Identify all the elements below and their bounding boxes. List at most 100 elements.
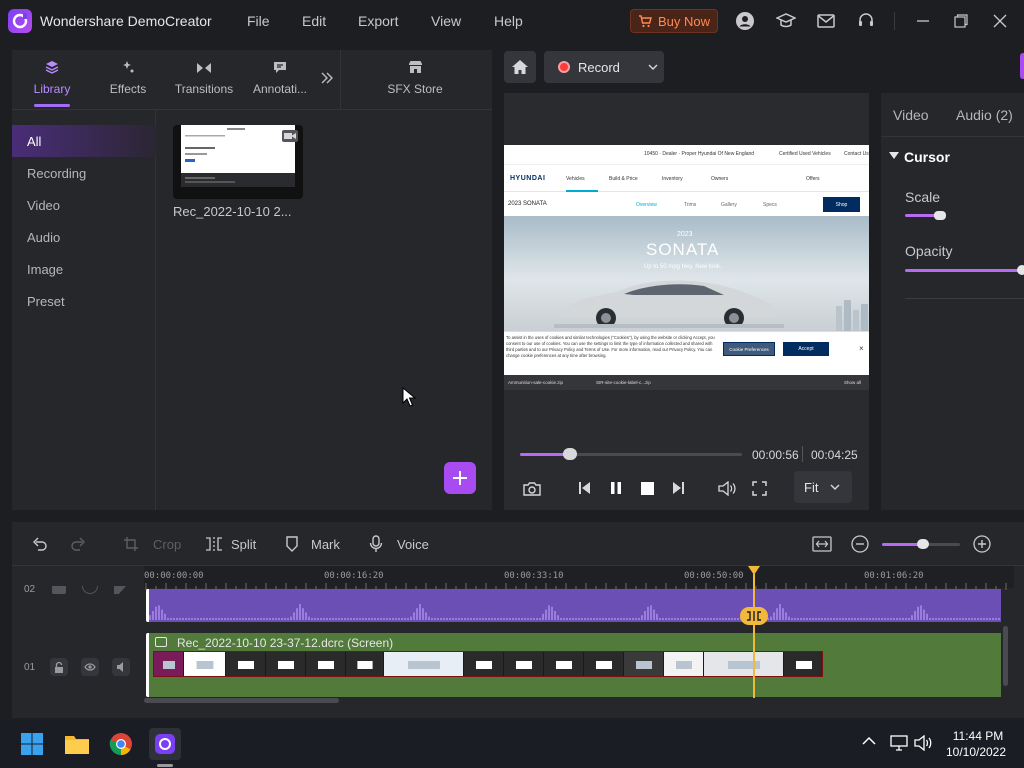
tab-annotation[interactable]: Annotati... [248,50,312,108]
waveform-bar [227,618,229,620]
opacity-label: Opacity [905,243,953,259]
fit-select[interactable]: Fit [794,471,852,503]
redo-button[interactable] [70,534,86,554]
restore-icon[interactable] [951,11,971,31]
audio-track-clip[interactable] [149,589,1001,622]
cursor-section-heading[interactable]: Cursor [904,149,950,165]
waveform-bar [821,618,823,620]
close-icon[interactable] [990,11,1010,31]
split-button[interactable]: Split [205,534,256,554]
waveform-bar [899,618,901,620]
waveform-bar [782,608,784,620]
chrome-icon[interactable] [105,728,137,760]
preview-video-frame[interactable]: 10450 · Dealer · Proper Hyundai Of New E… [504,145,869,390]
buy-now-button[interactable]: Buy Now [630,9,718,33]
fit-timeline-button[interactable] [812,534,832,554]
more-tabs-icon[interactable] [320,72,334,84]
minimize-icon[interactable] [913,11,933,31]
mark-button[interactable]: Mark [285,534,340,554]
web-nav-build: Build & Price [609,176,638,182]
tab-library[interactable]: Library [22,50,82,108]
lock-track-button[interactable] [50,658,68,676]
support-icon[interactable] [856,11,876,31]
tab-transitions[interactable]: Transitions [170,50,238,108]
start-icon[interactable] [16,728,48,760]
timeline-vertical-scrollbar[interactable] [1003,626,1008,686]
waveform-bar [356,618,358,620]
opacity-slider-handle[interactable] [1017,265,1024,275]
undo-button[interactable] [32,534,48,554]
tab-audio-properties[interactable]: Audio (2) [956,107,1013,123]
menu-export[interactable]: Export [358,13,398,29]
tab-sfx-store[interactable]: SFX Store [380,50,450,108]
playback-progress-handle[interactable] [563,448,577,460]
menu-view[interactable]: View [431,13,461,29]
menu-file[interactable]: File [247,13,270,29]
waveform-bar [983,618,985,620]
waveform-bar [878,618,880,620]
sidebar-item-all[interactable]: All [12,125,156,157]
zoom-slider-handle[interactable] [917,539,929,549]
record-button[interactable]: Record [544,51,664,83]
split-marker-icon[interactable] [740,607,768,625]
opacity-slider-fill[interactable] [905,269,1024,272]
waveform-bar [629,618,631,620]
volume-tray-icon[interactable] [914,735,932,751]
next-frame-icon[interactable] [668,478,688,498]
waveform-bar [551,606,553,620]
democreator-icon[interactable] [149,728,181,760]
waveform-bar [536,618,538,620]
sidebar-item-image[interactable]: Image [12,253,156,285]
sidebar-item-audio[interactable]: Audio [12,221,156,253]
fullscreen-icon[interactable] [749,478,769,498]
zoom-out-button[interactable] [851,534,869,554]
pause-icon[interactable] [606,478,626,498]
waveform-bar [410,616,412,620]
sidebar-item-video[interactable]: Video [12,189,156,221]
waveform-bar [971,618,973,620]
waveform-bar [260,618,262,620]
menu-edit[interactable]: Edit [302,13,326,29]
voice-button[interactable]: Voice [369,534,429,554]
tab-effects[interactable]: Effects [98,50,158,108]
add-media-button[interactable] [444,462,476,494]
waveform-bar [809,618,811,620]
lock-icon[interactable] [52,586,66,594]
tutorial-icon[interactable] [776,11,796,31]
waveform-bar [596,618,598,620]
network-icon[interactable] [890,735,908,751]
visibility-track-button[interactable] [81,658,99,676]
tab-video-properties[interactable]: Video [893,107,929,123]
playhead-line[interactable] [753,574,755,698]
zoom-in-button[interactable] [973,534,991,554]
waveform-bar [995,618,997,620]
tray-chevron-up-icon[interactable] [862,736,876,745]
volume-icon[interactable] [717,478,737,498]
web-nav-owners: Owners [711,176,729,182]
previous-frame-icon[interactable] [575,478,595,498]
mute-track-button[interactable] [112,658,130,676]
side-accent-tab[interactable] [1020,53,1024,79]
waveform-bar [308,616,310,620]
stop-icon[interactable] [637,478,657,498]
web-cookie-pref-button: Cookie Preferences [723,342,775,356]
web-cookie-text: To assist in the uses of cookies and sim… [506,335,715,358]
clock-time[interactable]: 11:44 PM [950,729,1006,743]
sidebar-item-preset[interactable]: Preset [12,285,156,317]
snapshot-camera-icon[interactable] [522,478,542,498]
collapse-caret-icon[interactable] [889,152,899,159]
menu-help[interactable]: Help [494,13,523,29]
playhead-handle[interactable] [748,566,760,575]
web-shop-button: Shop [823,197,860,212]
file-explorer-icon[interactable] [61,728,93,760]
voice-label: Voice [397,536,429,552]
timeline-horizontal-scrollbar[interactable] [144,698,339,703]
mail-icon[interactable] [816,11,836,31]
clock-date[interactable]: 10/10/2022 [944,745,1008,759]
home-button[interactable] [504,51,536,83]
crop-button[interactable]: Crop [123,534,181,554]
sidebar-item-recording[interactable]: Recording [12,157,156,189]
waveform-bar [917,606,919,620]
account-icon[interactable] [735,11,755,31]
scale-slider-handle[interactable] [934,211,946,220]
